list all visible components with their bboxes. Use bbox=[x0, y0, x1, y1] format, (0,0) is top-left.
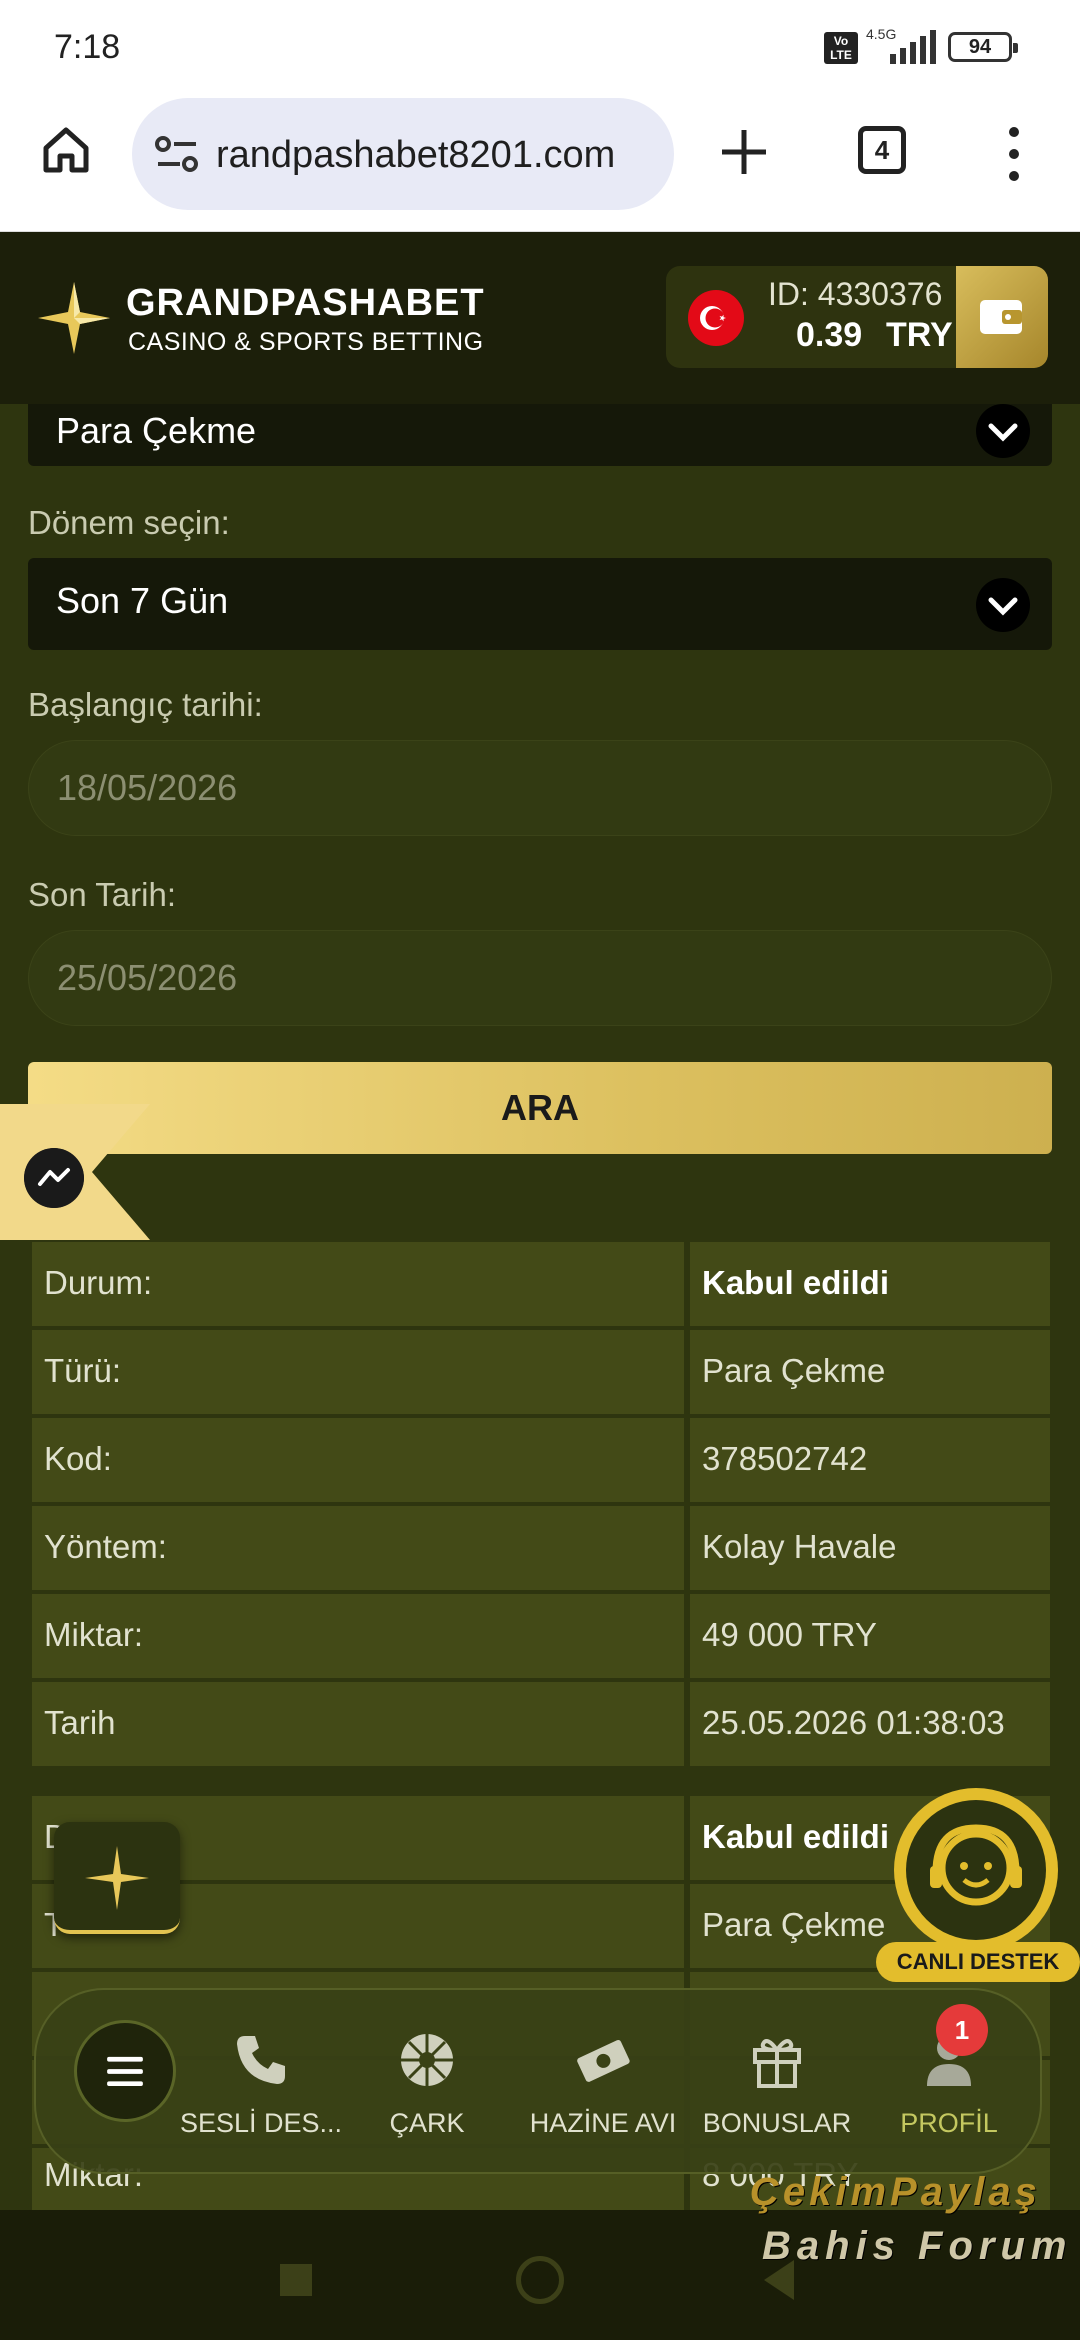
end-date-label: Son Tarih: bbox=[28, 876, 176, 913]
hamburger-icon bbox=[107, 2056, 143, 2087]
table-row: Durum: Kabul edildi bbox=[32, 1242, 1050, 1326]
recents-button[interactable] bbox=[280, 2264, 312, 2296]
row-value: 378502742 bbox=[702, 1440, 868, 1477]
wallet-icon bbox=[980, 300, 1022, 334]
row-value: 49 000 TRY bbox=[702, 1616, 877, 1653]
turkey-flag-icon bbox=[688, 290, 744, 346]
row-value: Kolay Havale bbox=[702, 1528, 897, 1565]
account-balance: 0.39 bbox=[796, 316, 863, 354]
table-row: Tarih 25.05.2026 01:38:03 bbox=[32, 1682, 1050, 1766]
url-text[interactable]: randpashabet8201.com bbox=[216, 134, 656, 177]
account-panel[interactable]: ID: 4330376 0.39 TRY bbox=[666, 266, 1048, 368]
volte-icon: Vo LTE bbox=[824, 32, 858, 64]
row-label: Kod: bbox=[44, 1440, 112, 1477]
home-button[interactable] bbox=[516, 2256, 564, 2304]
home-icon[interactable] bbox=[40, 124, 92, 176]
tab-switcher-button[interactable]: 4 bbox=[858, 126, 906, 174]
transaction-type-select[interactable]: Para Çekme bbox=[28, 404, 1052, 466]
table-row: Yöntem: Kolay Havale bbox=[32, 1506, 1050, 1590]
nav-label: PROFİL bbox=[900, 2108, 998, 2138]
signal-icon bbox=[890, 30, 936, 64]
watermark-line1: ÇekimPaylaş bbox=[750, 2170, 1041, 2214]
chevron-down-icon[interactable] bbox=[976, 578, 1030, 632]
phone-icon bbox=[237, 2036, 285, 2084]
watermark-line2: Bahis Forum bbox=[762, 2224, 1073, 2268]
account-currency: TRY bbox=[886, 316, 953, 354]
table-row: Türü: Para Çekme bbox=[32, 1330, 1050, 1414]
nav-voice-support[interactable]: SESLİ DES... bbox=[176, 2030, 346, 2160]
battery-icon: 94 bbox=[948, 32, 1018, 62]
status-time: 7:18 bbox=[54, 28, 121, 66]
brand-star-icon bbox=[85, 1846, 149, 1910]
nav-label: ÇARK bbox=[389, 2108, 465, 2138]
transaction-type-value: Para Çekme bbox=[56, 410, 257, 451]
support-agent-icon bbox=[906, 1800, 1046, 1940]
status-value: Kabul edildi bbox=[702, 1264, 890, 1301]
nav-label: HAZİNE AVI bbox=[529, 2108, 677, 2138]
bottom-navigation: SESLİ DES... ÇARK HAZİNE AVI BONUSLAR PR… bbox=[34, 1988, 1042, 2174]
messenger-icon[interactable] bbox=[24, 1148, 84, 1208]
nav-bonuses[interactable]: BONUSLAR bbox=[692, 2030, 862, 2160]
brand-tagline: CASINO & SPORTS BETTING bbox=[128, 328, 484, 356]
brand-name[interactable]: GRANDPASHABET bbox=[126, 282, 485, 325]
row-label: Miktar: bbox=[44, 1616, 143, 1653]
wallet-button[interactable] bbox=[956, 266, 1048, 368]
nav-wheel[interactable]: ÇARK bbox=[342, 2030, 512, 2160]
start-date-label: Başlangıç tarihi: bbox=[28, 686, 263, 723]
end-date-field[interactable]: 25/05/2026 bbox=[28, 930, 1052, 1026]
address-bar[interactable]: randpashabet8201.com bbox=[132, 98, 674, 210]
end-date-value[interactable]: 25/05/2026 bbox=[57, 957, 237, 999]
table-row: Miktar: 49 000 TRY bbox=[32, 1594, 1050, 1678]
row-value: Para Çekme bbox=[702, 1352, 886, 1389]
row-value: Para Çekme bbox=[702, 1906, 886, 1943]
gift-icon bbox=[753, 2039, 801, 2088]
period-value: Son 7 Gün bbox=[56, 580, 229, 621]
more-menu-icon[interactable] bbox=[1000, 124, 1028, 184]
account-id: ID: 4330376 bbox=[768, 276, 943, 312]
period-select[interactable]: Son 7 Gün bbox=[28, 558, 1052, 650]
money-icon bbox=[577, 2039, 630, 2082]
wheel-icon bbox=[401, 2034, 453, 2086]
new-tab-icon[interactable] bbox=[716, 124, 772, 180]
status-bar: 7:18 Vo LTE 4.5G 94 bbox=[0, 0, 1080, 96]
site-header: GRANDPASHABET CASINO & SPORTS BETTING ID… bbox=[0, 232, 1080, 404]
row-label: Durum: bbox=[44, 1264, 153, 1301]
menu-button[interactable] bbox=[74, 2020, 176, 2122]
notification-badge: 1 bbox=[936, 2004, 988, 2056]
row-label: Yöntem: bbox=[44, 1528, 167, 1565]
site-settings-icon[interactable] bbox=[154, 134, 200, 174]
status-value: Kabul edildi bbox=[702, 1818, 890, 1855]
row-label: Tarih bbox=[44, 1704, 116, 1741]
start-date-value[interactable]: 18/05/2026 bbox=[57, 767, 237, 809]
chevron-down-icon[interactable] bbox=[976, 404, 1030, 458]
row-label: Türü: bbox=[44, 1352, 122, 1389]
nav-treasure-hunt[interactable]: HAZİNE AVI bbox=[518, 2030, 688, 2160]
home-logo-button[interactable] bbox=[54, 1822, 180, 1934]
nav-label: SESLİ DES... bbox=[179, 2108, 343, 2138]
period-label: Dönem seçin: bbox=[28, 504, 230, 541]
nav-label: BONUSLAR bbox=[702, 2108, 852, 2138]
start-date-field[interactable]: 18/05/2026 bbox=[28, 740, 1052, 836]
live-support-button[interactable]: CANLI DESTEK bbox=[876, 1788, 1080, 1988]
brand-star-icon[interactable] bbox=[36, 280, 112, 356]
row-value: 25.05.2026 01:38:03 bbox=[702, 1704, 1005, 1741]
browser-toolbar: randpashabet8201.com 4 bbox=[0, 96, 1080, 232]
search-button[interactable]: ARA bbox=[28, 1062, 1052, 1154]
live-support-label[interactable]: CANLI DESTEK bbox=[876, 1942, 1080, 1982]
table-row: Kod: 378502742 bbox=[32, 1418, 1050, 1502]
